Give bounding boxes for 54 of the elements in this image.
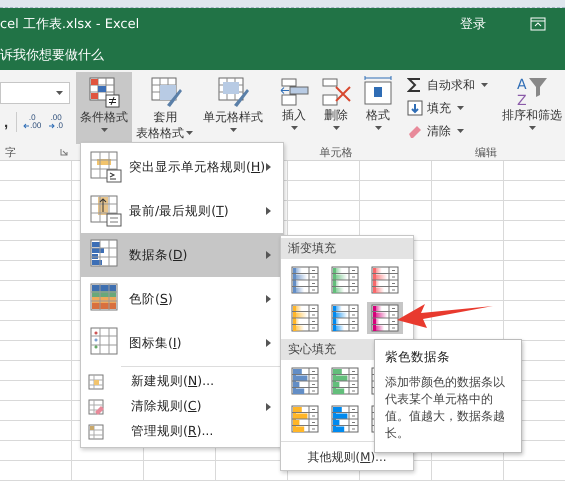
caret-icon	[528, 126, 536, 130]
caret-icon	[374, 126, 382, 130]
menu-item[interactable]: 数据条(D)	[81, 233, 283, 277]
menu-item[interactable]: 最前/最后规则(T)	[81, 189, 283, 233]
caret-icon	[481, 83, 488, 87]
eraser-icon	[407, 123, 423, 139]
ribbon-button[interactable]: 格式	[357, 72, 399, 144]
increase-decimal-button[interactable]: .0 .00	[21, 114, 44, 130]
caret-icon	[290, 126, 298, 130]
conditional-format-icon	[87, 75, 121, 109]
decrease-decimal-button[interactable]: .00 .0	[47, 114, 65, 130]
menu-item[interactable]: 清除规则(C)	[81, 394, 283, 419]
sign-in-link[interactable]: 登录	[460, 15, 486, 33]
table-icon	[87, 422, 105, 440]
highlight-rules-icon	[89, 150, 123, 184]
caret-icon	[332, 126, 340, 130]
ribbon-display-icon[interactable]	[530, 17, 546, 31]
table-brush-icon	[148, 75, 182, 109]
format-cells-icon	[362, 75, 394, 107]
ribbon-button[interactable]: 条件格式	[76, 72, 132, 144]
top-bottom-rules-icon	[89, 194, 123, 228]
ribbon-button[interactable]: 插入	[273, 72, 315, 144]
caret-icon	[56, 91, 63, 95]
ribbon-button[interactable]: 清除	[405, 120, 497, 142]
eraser-icon	[87, 398, 105, 416]
menu-item[interactable]: 管理规则(R)...	[81, 419, 283, 444]
sort-filter-button[interactable]: A Z 排序和筛选	[497, 72, 565, 144]
menu-item[interactable]: 色阶(S)	[81, 277, 283, 321]
caret-icon	[457, 106, 464, 110]
right-arrow-icon	[49, 123, 56, 129]
menu-item[interactable]: 新建规则(N)...	[81, 369, 283, 394]
ribbon-button[interactable]: 删除	[315, 72, 357, 144]
comma-style-button[interactable]: ,	[0, 114, 12, 130]
ribbon-button[interactable]: 填充	[405, 97, 497, 119]
dialog-launcher-icon[interactable]	[60, 148, 68, 156]
table-brush-icon	[216, 75, 250, 109]
fill-down-icon	[407, 100, 423, 116]
ribbon-button[interactable]: 自动求和	[405, 74, 497, 96]
sigma-icon	[407, 77, 423, 93]
caret-icon	[457, 129, 464, 133]
group-label: 单元格	[320, 144, 352, 160]
section-header: 渐变填充	[281, 238, 413, 259]
group-label: 编辑	[475, 144, 497, 160]
caret-icon	[186, 131, 193, 135]
menu-item[interactable]: 突出显示单元格规则(H)	[81, 145, 283, 189]
caret-icon	[230, 128, 236, 132]
menu-item[interactable]: 图标集(I)	[81, 321, 283, 365]
more-rules-item[interactable]: 其他规则(M)...	[307, 450, 387, 464]
caret-icon	[100, 128, 108, 132]
group-label: 字	[5, 144, 16, 160]
left-arrow-icon	[23, 123, 30, 129]
tooltip-text: 添加带颜色的数据条以代表某个单元格中的值。值越大，数据条越长。	[385, 374, 506, 442]
window-title: cel 工作表.xlsx - Excel	[0, 16, 140, 33]
tell-me-search[interactable]: 诉我你想要做什么	[0, 46, 104, 64]
